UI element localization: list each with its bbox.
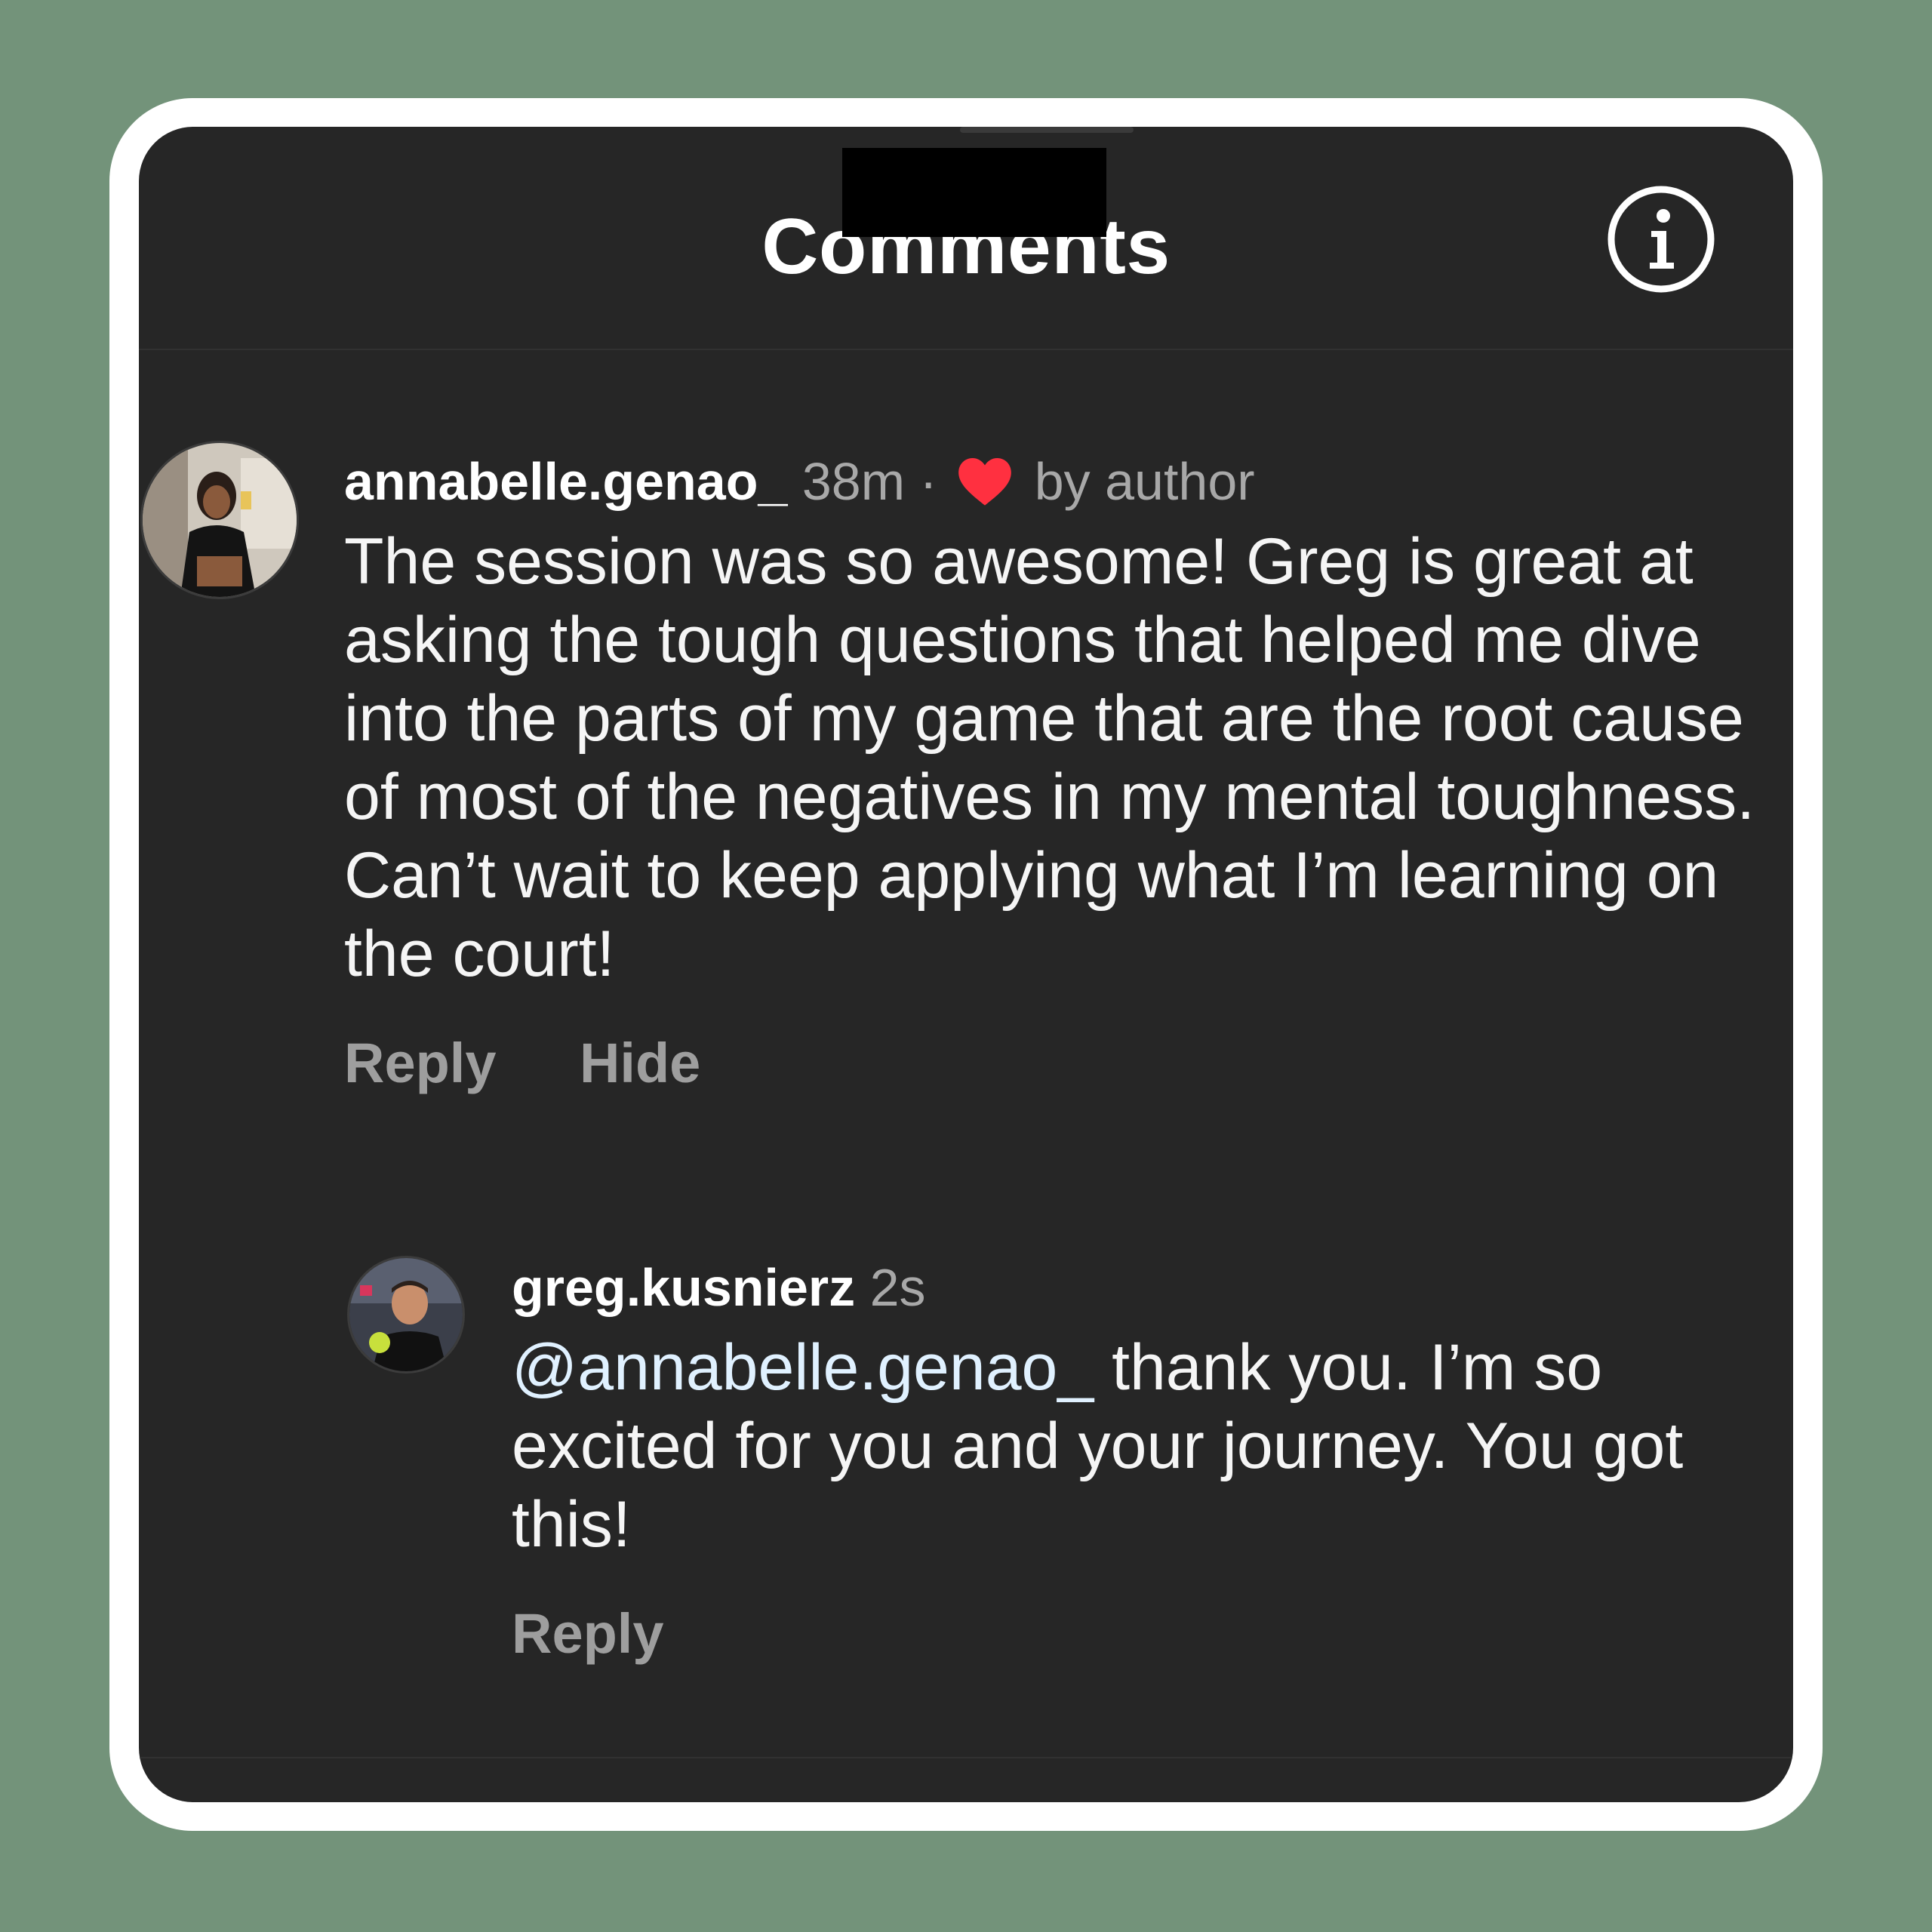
bottom-divider: [139, 1757, 1793, 1758]
comment-meta: annabelle.genao_ 38m · by author: [344, 444, 1763, 519]
mention-link[interactable]: @annabelle.genao_: [512, 1331, 1094, 1404]
reply-username[interactable]: greg.kusnierz: [512, 1258, 855, 1317]
reply-button[interactable]: Reply: [344, 1031, 497, 1095]
info-circle-icon[interactable]: [1606, 184, 1716, 294]
sheet-grabber[interactable]: [960, 127, 1134, 133]
comment-text: The session was so awesome! Greg is grea…: [344, 525, 1755, 990]
avatar-photo: [143, 443, 297, 597]
avatar-photo: [349, 1258, 463, 1371]
reply-button[interactable]: Reply: [512, 1601, 664, 1666]
meta-separator: ·: [919, 452, 937, 511]
avatar[interactable]: [347, 1256, 465, 1374]
reply-text: @annabelle.genao_ thank you. I’m so exci…: [512, 1328, 1749, 1564]
header-divider: [139, 349, 1793, 350]
comment-actions: Reply Hide: [344, 1031, 1763, 1095]
avatar[interactable]: [140, 441, 299, 599]
liked-by-author-label: by author: [1034, 452, 1255, 511]
comment-username[interactable]: annabelle.genao_: [344, 452, 787, 511]
reply-actions: Reply: [512, 1601, 1749, 1666]
reply-comment: greg.kusnierz 2s @annabelle.genao_ thank…: [512, 1250, 1749, 1666]
hide-button[interactable]: Hide: [580, 1031, 700, 1095]
comment: annabelle.genao_ 38m · by author The ses…: [344, 444, 1763, 1095]
comment-time: 38m: [801, 452, 906, 511]
heart-icon: [958, 457, 1012, 506]
redaction-box: [842, 148, 1106, 237]
reply-meta: greg.kusnierz 2s: [512, 1250, 1749, 1325]
reply-time: 2s: [869, 1258, 926, 1317]
comments-sheet: Comments annabelle.genao_ 38m · by autho…: [139, 127, 1793, 1802]
